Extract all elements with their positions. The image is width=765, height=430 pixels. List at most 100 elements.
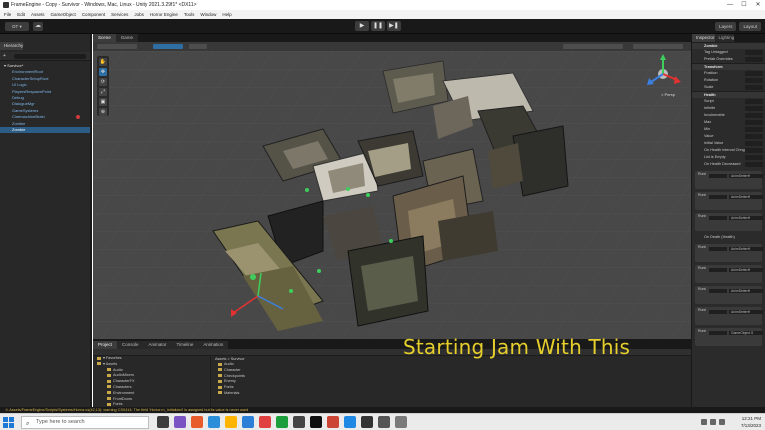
scene-tool-1-icon[interactable]: ✥ [99, 68, 107, 76]
layout-dropdown[interactable]: Layout [739, 22, 761, 31]
event-target-field[interactable] [709, 174, 727, 178]
inspector-field-value[interactable] [745, 71, 763, 76]
inspector-field-value[interactable] [745, 106, 763, 111]
taskbar-app-7-icon[interactable] [276, 416, 288, 428]
inspector-field-value[interactable] [745, 78, 763, 83]
hierarchy-search-input[interactable] [14, 54, 86, 59]
pivot-toggle[interactable] [153, 44, 183, 49]
tab-console[interactable]: Console [117, 341, 144, 349]
tab-scene[interactable]: Scene [93, 34, 116, 42]
unity-event-entry[interactable]: Runt AnimSetterH [695, 265, 763, 283]
inspector-field-value[interactable] [745, 120, 763, 125]
menu-item-window[interactable]: Window [200, 10, 216, 19]
start-button[interactable] [3, 417, 14, 428]
inspector-field-value[interactable] [745, 141, 763, 146]
inspector-field[interactable]: Infinite [692, 105, 765, 112]
event-target-field[interactable] [709, 195, 727, 199]
minimize-button[interactable]: — [723, 0, 737, 10]
event-method-field[interactable]: AnimSetterH [729, 174, 763, 178]
snap-toggle[interactable] [189, 44, 207, 49]
maximize-button[interactable]: ☐ [737, 0, 751, 10]
tab-hierarchy[interactable]: Hierarchy [0, 42, 24, 50]
inspector-field[interactable]: Value [692, 133, 765, 140]
event-method-field[interactable]: GameObject.S [729, 331, 763, 335]
battery-icon[interactable] [719, 419, 725, 425]
taskbar-app-14-icon[interactable] [395, 416, 407, 428]
scene-tool-4-icon[interactable]: ▣ [99, 98, 107, 106]
menu-item-tools[interactable]: Tools [184, 10, 195, 19]
event-method-field[interactable]: AnimSetterH [729, 195, 763, 199]
event-method-field[interactable]: AnimSetterH [729, 216, 763, 220]
tab-inspector[interactable]: Inspector [692, 34, 715, 42]
taskbar-app-3-icon[interactable] [208, 416, 220, 428]
close-button[interactable]: ✕ [751, 0, 765, 10]
inspector-field[interactable]: Prefab Overrides [692, 56, 765, 63]
scene-toolbar-left[interactable] [97, 44, 137, 49]
taskbar-app-12-icon[interactable] [361, 416, 373, 428]
layers-dropdown[interactable]: Layers [714, 22, 737, 31]
taskbar-app-11-icon[interactable] [344, 416, 356, 428]
inspector-field[interactable]: Initial Value [692, 140, 765, 147]
unity-event-entry[interactable]: Runt AnimSetterH [695, 213, 763, 231]
event-target-field[interactable] [709, 247, 727, 251]
inspector-field-value[interactable] [745, 113, 763, 118]
inspector-field[interactable]: Invulnerable [692, 112, 765, 119]
menu-item-gameobject[interactable]: GameObject [51, 10, 76, 19]
event-method-field[interactable]: AnimSetterH [729, 289, 763, 293]
inspector-field[interactable]: Scale [692, 84, 765, 91]
tab-lighting[interactable]: Lighting [714, 34, 735, 42]
inspector-field[interactable]: Tag Untagged [692, 49, 765, 56]
inspector-field-value[interactable] [745, 57, 763, 62]
event-method-field[interactable]: AnimSetterH [729, 247, 763, 251]
taskbar-app-4-icon[interactable] [225, 416, 237, 428]
taskbar-app-0-icon[interactable] [157, 416, 169, 428]
inspector-field-value[interactable] [745, 162, 763, 167]
inspector-field[interactable]: Max [692, 119, 765, 126]
event-target-field[interactable] [709, 268, 727, 272]
persp-label[interactable]: < Persp [661, 92, 675, 97]
cloud-icon[interactable]: ☁ [33, 22, 43, 31]
menu-item-component[interactable]: Component [82, 10, 105, 19]
menu-item-jobs[interactable]: Jobs [134, 10, 144, 19]
scene-tool-2-icon[interactable]: ⟳ [99, 78, 107, 86]
project-file[interactable]: Materials [212, 391, 691, 397]
inspector-field-value[interactable] [745, 134, 763, 139]
scene-tool-0-icon[interactable]: ✋ [99, 58, 107, 66]
event-method-field[interactable]: AnimSetterH [729, 268, 763, 272]
menu-item-file[interactable]: File [4, 10, 11, 19]
taskbar-search-input[interactable]: ⌕ Type here to search [21, 416, 149, 429]
network-icon[interactable] [701, 419, 707, 425]
inspector-field[interactable]: Position [692, 70, 765, 77]
step-button[interactable]: ▶❚ [387, 21, 401, 31]
inspector-field-value[interactable] [745, 155, 763, 160]
scene-view[interactable]: Scene Game ✋ ✥ ⟳ ⤢ ▣ ⊕ < Persp [93, 34, 691, 339]
inspector-field[interactable]: Script [692, 98, 765, 105]
play-button[interactable]: ▶ [355, 21, 369, 31]
event-target-field[interactable] [709, 216, 727, 220]
tab-game[interactable]: Game [115, 34, 139, 42]
hierarchy-item[interactable]: Zombie [0, 126, 90, 134]
pause-button[interactable]: ❚❚ [371, 21, 385, 31]
inspector-field-value[interactable] [745, 127, 763, 132]
event-target-field[interactable] [709, 310, 727, 314]
add-icon[interactable]: + [3, 53, 6, 59]
unity-event-entry[interactable]: Runt AnimSetterH [695, 307, 763, 325]
inspector-field-value[interactable] [745, 99, 763, 104]
menu-item-horror-engine[interactable]: Horror Engine [150, 10, 178, 19]
unity-event-entry[interactable]: Runt AnimSetterH [695, 171, 763, 189]
inspector-field-value[interactable] [745, 50, 763, 55]
scene-tool-5-icon[interactable]: ⊕ [99, 108, 107, 116]
inspector-field[interactable]: Min [692, 126, 765, 133]
volume-icon[interactable] [710, 419, 716, 425]
inspector-field-value[interactable] [745, 85, 763, 90]
taskbar-app-5-icon[interactable] [242, 416, 254, 428]
event-target-field[interactable] [709, 331, 727, 335]
gizmos-dropdown[interactable] [633, 44, 683, 49]
menu-item-assets[interactable]: Assets [31, 10, 45, 19]
unity-event-entry[interactable]: Runt AnimSetterH [695, 286, 763, 304]
inspector-field-value[interactable] [745, 148, 763, 153]
inspector-field[interactable]: On Health Decreased [692, 161, 765, 168]
inspector-field[interactable]: List is Empty [692, 154, 765, 161]
taskbar-app-6-icon[interactable] [259, 416, 271, 428]
account-button[interactable]: DT ▾ [5, 22, 29, 31]
